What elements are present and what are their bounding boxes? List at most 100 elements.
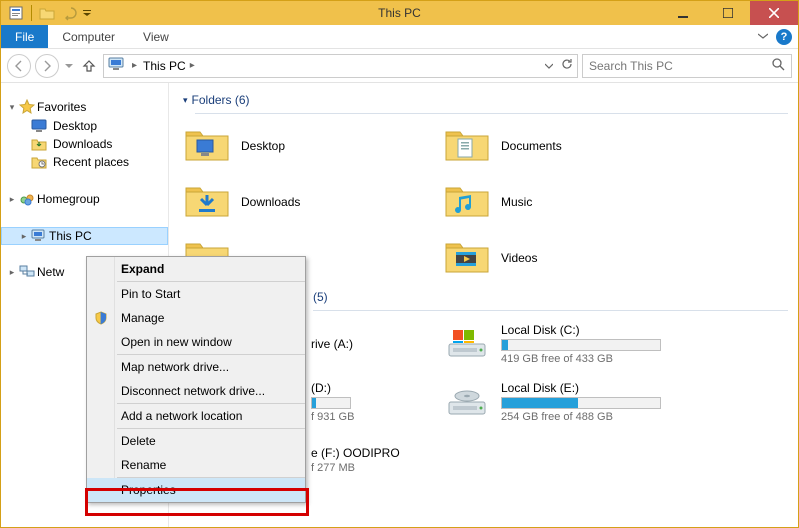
usage-bar (501, 397, 661, 409)
ribbon: File Computer View ? (1, 25, 798, 49)
tree-label: This PC (49, 229, 92, 243)
collapse-icon[interactable]: ▾ (183, 95, 188, 106)
menu-label: Add a network location (121, 409, 242, 423)
ribbon-expand-chevron-icon[interactable] (758, 30, 768, 44)
menu-label: Delete (121, 434, 156, 448)
search-input[interactable]: Search This PC (582, 54, 792, 78)
usage-bar (501, 339, 661, 351)
drive-e[interactable]: Local Disk (E:) 254 GB free of 488 GB (443, 373, 703, 431)
folder-label: Desktop (241, 139, 285, 153)
folder-label: Downloads (241, 195, 300, 209)
expand-icon[interactable]: ▸ (7, 194, 17, 205)
section-folders-header[interactable]: ▾ Folders (6) (183, 93, 788, 107)
explorer-window: This PC File Computer View ? ▸ This PC▸ (0, 0, 799, 528)
star-icon (19, 99, 35, 115)
tree-item-desktop[interactable]: Desktop (1, 117, 168, 135)
tab-view[interactable]: View (129, 25, 183, 48)
folder-icon (443, 178, 491, 226)
tree-thispc[interactable]: ▸ This PC (1, 227, 168, 245)
folder-music[interactable]: Music (443, 174, 703, 230)
drive-d[interactable]: (D:) f 931 GB (311, 373, 443, 431)
tree-label: Homegroup (37, 192, 100, 206)
computer-icon (108, 56, 126, 75)
refresh-icon[interactable] (561, 58, 573, 73)
divider (195, 113, 788, 114)
tree-homegroup[interactable]: ▸ Homegroup (1, 189, 168, 209)
section-label: Folders (6) (192, 93, 250, 107)
menu-label: Pin to Start (121, 287, 180, 301)
forward-button[interactable] (35, 54, 59, 78)
drive-name-suffix: e (F:) OODIPRO (311, 446, 400, 460)
tree-label: Downloads (53, 137, 112, 151)
undo-icon[interactable] (60, 4, 78, 22)
folder-desktop[interactable]: Desktop (183, 118, 443, 174)
drive-icon (443, 382, 491, 422)
up-button[interactable] (79, 56, 99, 76)
drive-floppy[interactable]: rive (A:) (311, 315, 443, 373)
help-icon[interactable]: ? (776, 29, 792, 45)
breadcrumb-label: This PC (143, 59, 186, 73)
drive-sub-suffix: f 931 GB (311, 411, 354, 423)
drive-sub: 419 GB free of 433 GB (501, 353, 661, 365)
folder-downloads[interactable]: Downloads (183, 174, 443, 230)
tree-item-downloads[interactable]: Downloads (1, 135, 168, 153)
menu-item-properties[interactable]: Properties (87, 478, 305, 502)
chevron-right-icon[interactable]: ▸ (132, 60, 137, 71)
menu-item-delete[interactable]: Delete (87, 429, 305, 453)
tree-favorites[interactable]: ▾ Favorites (1, 97, 168, 117)
section-devices-header[interactable]: (5) (313, 290, 788, 304)
drive-icon (443, 324, 491, 364)
expand-icon[interactable]: ▸ (19, 231, 29, 242)
folder-icon (183, 178, 231, 226)
chevron-right-icon[interactable]: ▸ (190, 60, 195, 71)
folder-documents[interactable]: Documents (443, 118, 703, 174)
drive-c[interactable]: Local Disk (C:) 419 GB free of 433 GB (443, 315, 703, 373)
maximize-button[interactable] (705, 1, 750, 25)
tab-computer[interactable]: Computer (48, 25, 129, 48)
address-bar[interactable]: ▸ This PC ▸ (103, 54, 578, 78)
section-label-suffix: (5) (313, 290, 328, 304)
menu-label: Properties (121, 483, 176, 497)
menu-item-add-location[interactable]: Add a network location (87, 404, 305, 428)
homegroup-icon (19, 191, 35, 207)
folder-label: Music (501, 195, 532, 209)
drive-sub-suffix: f 277 MB (311, 462, 400, 474)
tree-label: Desktop (53, 119, 97, 133)
menu-label: Expand (121, 262, 164, 276)
computer-icon (31, 229, 47, 243)
downloads-icon (31, 137, 47, 151)
history-dropdown-icon[interactable] (63, 62, 75, 70)
file-tab[interactable]: File (1, 25, 48, 48)
drive-f[interactable]: e (F:) OODIPRO f 277 MB (311, 431, 443, 489)
search-placeholder: Search This PC (589, 59, 673, 73)
menu-item-rename[interactable]: Rename (87, 453, 305, 477)
new-folder-icon[interactable] (38, 4, 56, 22)
properties-icon[interactable] (7, 4, 25, 22)
menu-item-open-new[interactable]: Open in new window (87, 330, 305, 354)
menu-label: Rename (121, 458, 166, 472)
menu-item-manage[interactable]: Manage (87, 306, 305, 330)
network-icon (19, 265, 35, 279)
breadcrumb[interactable]: This PC ▸ (143, 59, 195, 73)
back-button[interactable] (7, 54, 31, 78)
tree-label: Recent places (53, 155, 129, 169)
tree-label: Netw (37, 265, 64, 279)
expand-icon[interactable]: ▸ (7, 267, 17, 278)
menu-label: Map network drive... (121, 360, 229, 374)
close-button[interactable] (750, 1, 798, 25)
address-dropdown-icon[interactable] (545, 59, 553, 73)
qat-menu-chevron-icon[interactable] (82, 9, 92, 17)
recent-icon (31, 155, 47, 169)
menu-item-disconnect-drive[interactable]: Disconnect network drive... (87, 379, 305, 403)
menu-item-expand[interactable]: Expand (87, 257, 305, 281)
minimize-button[interactable] (660, 1, 705, 25)
tree-item-recent[interactable]: Recent places (1, 153, 168, 171)
drive-sub: 254 GB free of 488 GB (501, 411, 661, 423)
navbar: ▸ This PC ▸ Search This PC (1, 49, 798, 83)
menu-item-pin[interactable]: Pin to Start (87, 282, 305, 306)
menu-item-map-drive[interactable]: Map network drive... (87, 355, 305, 379)
folder-videos[interactable]: Videos (443, 230, 703, 286)
menu-label: Disconnect network drive... (121, 384, 265, 398)
collapse-icon[interactable]: ▾ (7, 102, 17, 113)
usage-bar (311, 397, 351, 409)
